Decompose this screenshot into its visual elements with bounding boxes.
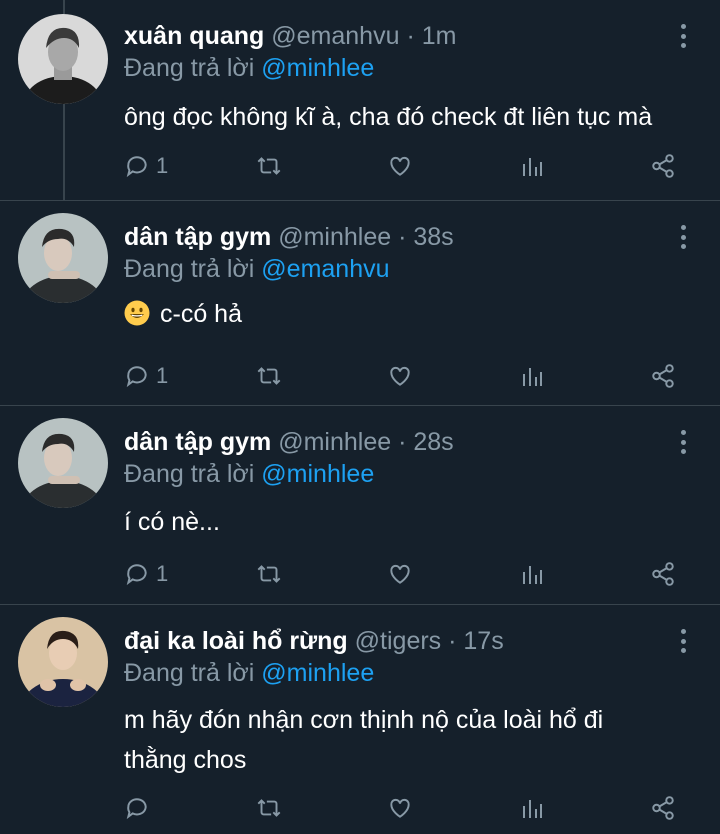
retweet-button[interactable]	[254, 554, 284, 594]
display-name[interactable]: dân tập gym	[124, 223, 271, 251]
tweet-actions: 1	[0, 554, 720, 594]
replying-to-label: Đang trả lời	[124, 54, 255, 82]
mention-link[interactable]: @minhlee	[261, 659, 374, 687]
user-handle[interactable]: @tigers	[355, 627, 442, 655]
reply-button[interactable]: 1	[124, 356, 168, 396]
reply-icon	[126, 156, 147, 178]
replying-to-label: Đang trả lời	[124, 255, 255, 283]
retweet-button[interactable]	[254, 788, 284, 828]
tweet-text: c-có hả	[124, 294, 694, 334]
mention-link[interactable]: @emanhvu	[261, 255, 389, 283]
retweet-icon	[257, 157, 281, 175]
tweet-header: dân tập gym @minhlee · 28s	[124, 426, 454, 458]
tweet-header: đại ka loài hổ rừng @tigers · 17s	[124, 625, 504, 657]
retweet-button[interactable]	[254, 146, 284, 186]
share-icon	[652, 562, 674, 586]
like-icon	[390, 366, 410, 386]
display-name[interactable]: xuân quang	[124, 22, 264, 50]
tweet[interactable]: dân tập gym @minhlee · 38s Đang trả lời …	[0, 201, 720, 405]
user-handle[interactable]: @minhlee	[278, 428, 391, 456]
like-button[interactable]	[386, 788, 414, 828]
more-options-button[interactable]	[672, 629, 694, 653]
more-options-button[interactable]	[672, 225, 694, 249]
reply-button[interactable]: 1	[124, 554, 168, 594]
retweet-icon	[257, 799, 281, 817]
user-handle[interactable]: @minhlee	[278, 223, 391, 251]
separator-dot: ·	[398, 223, 407, 251]
tweet-actions: 1	[0, 356, 720, 396]
mention-link[interactable]: @minhlee	[261, 460, 374, 488]
avatar[interactable]	[18, 617, 108, 707]
retweet-icon	[257, 367, 281, 385]
share-icon	[652, 796, 674, 820]
timestamp[interactable]: 1m	[422, 22, 457, 50]
analytics-icon	[523, 368, 542, 386]
share-button[interactable]	[650, 356, 676, 396]
tweet-text: m hãy đón nhận cơn thịnh nộ của loài hổ …	[124, 706, 604, 774]
tweet[interactable]: xuân quang @emanhvu · 1m Đang trả lời @m…	[0, 0, 720, 200]
reply-button[interactable]: 1	[124, 146, 168, 186]
tweet-header: dân tập gym @minhlee · 38s	[124, 221, 454, 253]
tweet-text-content: c-có hả	[160, 300, 242, 328]
analytics-icon	[523, 566, 542, 584]
reply-icon	[126, 366, 147, 388]
like-button[interactable]	[386, 356, 414, 396]
tweet[interactable]: đại ka loài hổ rừng @tigers · 17s Đang t…	[0, 605, 720, 834]
analytics-button[interactable]	[520, 356, 544, 396]
share-button[interactable]	[650, 146, 676, 186]
share-button[interactable]	[650, 554, 676, 594]
retweet-icon	[257, 565, 281, 583]
share-button[interactable]	[650, 788, 676, 828]
grinning-face-emoji	[124, 300, 150, 326]
display-name[interactable]: đại ka loài hổ rừng	[124, 627, 348, 655]
more-options-button[interactable]	[672, 24, 694, 48]
share-icon	[652, 154, 674, 178]
timestamp[interactable]: 28s	[413, 428, 453, 456]
tweet-actions	[0, 788, 720, 828]
like-button[interactable]	[386, 146, 414, 186]
user-handle[interactable]: @emanhvu	[271, 22, 399, 50]
retweet-button[interactable]	[254, 356, 284, 396]
tweet-text: ông đọc không kĩ à, cha đó check đt liên…	[124, 103, 653, 131]
avatar[interactable]	[18, 14, 108, 104]
separator-dot: ·	[406, 22, 415, 50]
analytics-button[interactable]	[520, 788, 544, 828]
like-icon	[390, 564, 410, 584]
tweet-text: í có nè...	[124, 508, 220, 536]
analytics-button[interactable]	[520, 146, 544, 186]
like-icon	[390, 798, 410, 818]
reply-icon	[126, 798, 147, 820]
separator-dot: ·	[448, 627, 457, 655]
avatar[interactable]	[18, 418, 108, 508]
tweet[interactable]: dân tập gym @minhlee · 28s Đang trả lời …	[0, 406, 720, 604]
reply-count: 1	[156, 561, 169, 586]
analytics-icon	[523, 158, 542, 176]
analytics-icon	[523, 800, 542, 818]
separator-dot: ·	[398, 428, 407, 456]
like-button[interactable]	[386, 554, 414, 594]
tweet-header: xuân quang @emanhvu · 1m	[124, 20, 456, 52]
timestamp[interactable]: 17s	[463, 627, 503, 655]
reply-count: 1	[156, 363, 169, 388]
like-icon	[390, 156, 410, 176]
analytics-button[interactable]	[520, 554, 544, 594]
share-icon	[652, 364, 674, 388]
replying-to-label: Đang trả lời	[124, 659, 255, 687]
reply-icon	[126, 564, 147, 586]
timestamp[interactable]: 38s	[413, 223, 453, 251]
replying-to: Đang trả lời @minhlee	[124, 458, 374, 490]
replying-to: Đang trả lời @minhlee	[124, 657, 374, 689]
reply-count: 1	[156, 153, 169, 178]
avatar[interactable]	[18, 213, 108, 303]
replying-to: Đang trả lời @minhlee	[124, 52, 374, 84]
replying-to: Đang trả lời @emanhvu	[124, 253, 390, 285]
mention-link[interactable]: @minhlee	[261, 54, 374, 82]
tweet-actions: 1	[0, 146, 720, 186]
reply-button[interactable]	[124, 788, 156, 828]
display-name[interactable]: dân tập gym	[124, 428, 271, 456]
more-options-button[interactable]	[672, 430, 694, 454]
replying-to-label: Đang trả lời	[124, 460, 255, 488]
